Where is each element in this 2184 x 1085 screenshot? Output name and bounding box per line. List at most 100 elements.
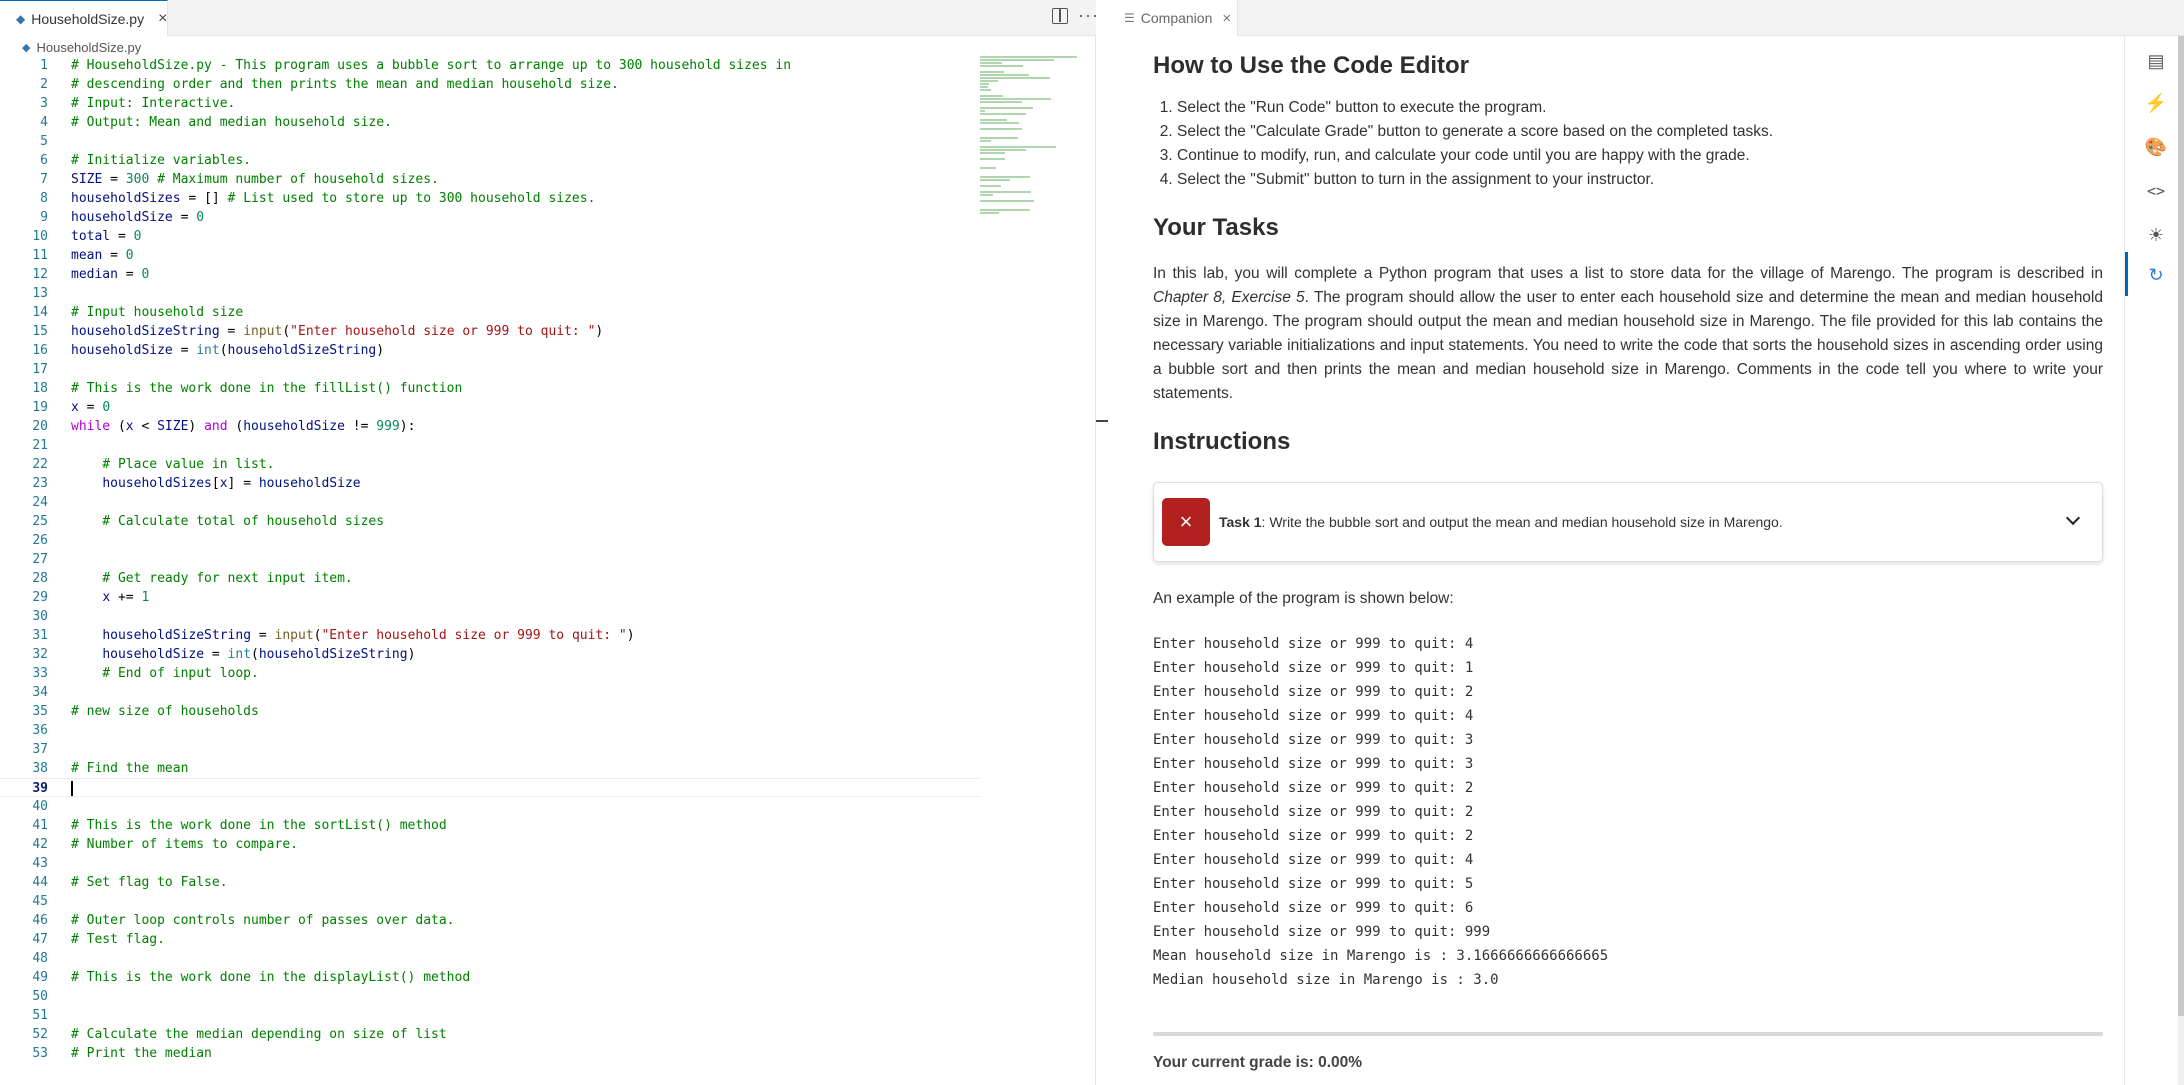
code-text[interactable]: # Initialize variables.	[71, 151, 251, 170]
code-text[interactable]: householdSizes = [] # List used to store…	[71, 189, 595, 208]
code-text[interactable]: mean = 0	[71, 246, 134, 265]
code-line[interactable]: 31 householdSizeString = input("Enter ho…	[0, 626, 980, 645]
code-line[interactable]: 18 # This is the work done in the fillLis…	[0, 379, 980, 398]
code-text[interactable]: # new size of households	[71, 702, 259, 721]
code-line[interactable]: 27	[0, 550, 980, 569]
code-line[interactable]: 4 # Output: Mean and median household siz…	[0, 113, 980, 132]
code-text[interactable]: householdSizeString = input("Enter house…	[71, 626, 634, 645]
code-text[interactable]: # Input household size	[71, 303, 243, 322]
code-line[interactable]: 34	[0, 683, 980, 702]
code-line[interactable]: 16 householdSize = int(householdSizeStrin…	[0, 341, 980, 360]
pane-resize-handle[interactable]	[1096, 420, 1108, 422]
code-line[interactable]: 37	[0, 740, 980, 759]
code-text[interactable]: # HouseholdSize.py - This program uses a…	[71, 56, 791, 75]
code-line[interactable]: 19 x = 0	[0, 398, 980, 417]
code-text[interactable]: householdSize = 0	[71, 208, 204, 227]
refresh-icon[interactable]: ↻	[2145, 264, 2167, 286]
code-text[interactable]: SIZE = 300 # Maximum number of household…	[71, 170, 439, 189]
code-line[interactable]: 7 SIZE = 300 # Maximum number of househol…	[0, 170, 980, 189]
code-line[interactable]: 48	[0, 949, 980, 968]
breadcrumb-filename[interactable]: HouseholdSize.py	[36, 40, 141, 55]
code-text[interactable]: # Set flag to False.	[71, 873, 228, 892]
code-text[interactable]: # Calculate the median depending on size…	[71, 1025, 447, 1044]
code-icon[interactable]: <>	[2145, 180, 2167, 202]
code-text[interactable]: # Calculate total of household sizes	[71, 512, 384, 531]
editor-tab-householdsize[interactable]: ◆ HouseholdSize.py ×	[0, 0, 168, 36]
code-text[interactable]: x = 0	[71, 398, 110, 417]
code-line[interactable]: 8 householdSizes = [] # List used to stor…	[0, 189, 980, 208]
code-text[interactable]: # Test flag.	[71, 930, 165, 949]
code-line[interactable]: 46 # Outer loop controls number of passes…	[0, 911, 980, 930]
code-line[interactable]: 15 householdSizeString = input("Enter hou…	[0, 322, 980, 341]
code-text[interactable]: # Outer loop controls number of passes o…	[71, 911, 455, 930]
code-line[interactable]: 20 while (x < SIZE) and (householdSize !=…	[0, 417, 980, 436]
minimap[interactable]	[980, 56, 1080, 214]
code-text[interactable]: while (x < SIZE) and (householdSize != 9…	[71, 417, 415, 436]
code-line[interactable]: 1 # HouseholdSize.py - This program uses …	[0, 56, 980, 75]
palette-icon[interactable]: 🎨	[2145, 136, 2167, 158]
code-line[interactable]: 25 # Calculate total of household sizes	[0, 512, 980, 531]
code-line[interactable]: 35 # new size of households	[0, 702, 980, 721]
more-actions-icon[interactable]: ···	[1078, 5, 1099, 26]
code-text[interactable]: # Find the mean	[71, 759, 188, 778]
code-text[interactable]: householdSizes[x] = householdSize	[71, 474, 360, 493]
code-line[interactable]: 51	[0, 1006, 980, 1025]
code-line[interactable]: 47 # Test flag.	[0, 930, 980, 949]
code-line[interactable]: 3 # Input: Interactive.	[0, 94, 980, 113]
code-line[interactable]: 49 # This is the work done in the display…	[0, 968, 980, 987]
code-text[interactable]: # End of input loop.	[71, 664, 259, 683]
code-line[interactable]: 23 householdSizes[x] = householdSize	[0, 474, 980, 493]
code-text[interactable]: x += 1	[71, 588, 149, 607]
code-line[interactable]: 33 # End of input loop.	[0, 664, 980, 683]
code-line[interactable]: 5	[0, 132, 980, 151]
code-line[interactable]: 6 # Initialize variables.	[0, 151, 980, 170]
split-editor-icon[interactable]	[1052, 8, 1068, 24]
close-tab-icon[interactable]: ×	[158, 10, 167, 28]
code-text[interactable]: householdSize = int(householdSizeString)	[71, 645, 415, 664]
code-line[interactable]: 50	[0, 987, 980, 1006]
code-line[interactable]: 39	[0, 778, 980, 797]
task-1-card[interactable]: × Task 1: Write the bubble sort and outp…	[1153, 482, 2103, 562]
chevron-down-icon[interactable]	[2065, 510, 2081, 526]
document-icon[interactable]: ▤	[2145, 50, 2167, 72]
code-text[interactable]: # This is the work done in the fillList(…	[71, 379, 462, 398]
code-line[interactable]: 13	[0, 284, 980, 303]
companion-tab[interactable]: ☰ Companion ×	[1110, 0, 1238, 36]
lightning-icon[interactable]: ⚡	[2145, 92, 2167, 114]
code-text[interactable]: # Get ready for next input item.	[71, 569, 352, 588]
code-line[interactable]: 29 x += 1	[0, 588, 980, 607]
scrollbar-thumb[interactable]	[2178, 36, 2184, 1016]
companion-scrollbar[interactable]	[2178, 36, 2184, 1085]
code-line[interactable]: 2 # descending order and then prints the …	[0, 75, 980, 94]
code-line[interactable]: 43	[0, 854, 980, 873]
code-text[interactable]: householdSize = int(householdSizeString)	[71, 341, 384, 360]
code-text[interactable]: householdSizeString = input("Enter house…	[71, 322, 603, 341]
code-line[interactable]: 24	[0, 493, 980, 512]
code-line[interactable]: 45	[0, 892, 980, 911]
code-line[interactable]: 11 mean = 0	[0, 246, 980, 265]
code-line[interactable]: 10 total = 0	[0, 227, 980, 246]
code-text[interactable]: # This is the work done in the displayLi…	[71, 968, 470, 987]
code-line[interactable]: 32 householdSize = int(householdSizeStri…	[0, 645, 980, 664]
code-text[interactable]: # Place value in list.	[71, 455, 274, 474]
breadcrumb[interactable]: ◆ HouseholdSize.py	[0, 36, 1096, 58]
code-line[interactable]: 17	[0, 360, 980, 379]
code-line[interactable]: 22 # Place value in list.	[0, 455, 980, 474]
code-text[interactable]: # Print the median	[71, 1044, 212, 1063]
close-tab-icon[interactable]: ×	[1222, 10, 1231, 27]
code-line[interactable]: 44 # Set flag to False.	[0, 873, 980, 892]
code-line[interactable]: 42 # Number of items to compare.	[0, 835, 980, 854]
code-text[interactable]: # Output: Mean and median household size…	[71, 113, 392, 132]
code-line[interactable]: 21	[0, 436, 980, 455]
code-line[interactable]: 12 median = 0	[0, 265, 980, 284]
theme-icon[interactable]: ☀	[2145, 224, 2167, 246]
code-line[interactable]: 28 # Get ready for next input item.	[0, 569, 980, 588]
code-line[interactable]: 36	[0, 721, 980, 740]
code-line[interactable]: 53 # Print the median	[0, 1044, 980, 1063]
code-text[interactable]: # Input: Interactive.	[71, 94, 235, 113]
code-text[interactable]: # This is the work done in the sortList(…	[71, 816, 447, 835]
code-text[interactable]: # Number of items to compare.	[71, 835, 298, 854]
code-line[interactable]: 52 # Calculate the median depending on si…	[0, 1025, 980, 1044]
code-text[interactable]: # descending order and then prints the m…	[71, 75, 619, 94]
code-line[interactable]: 40	[0, 797, 980, 816]
